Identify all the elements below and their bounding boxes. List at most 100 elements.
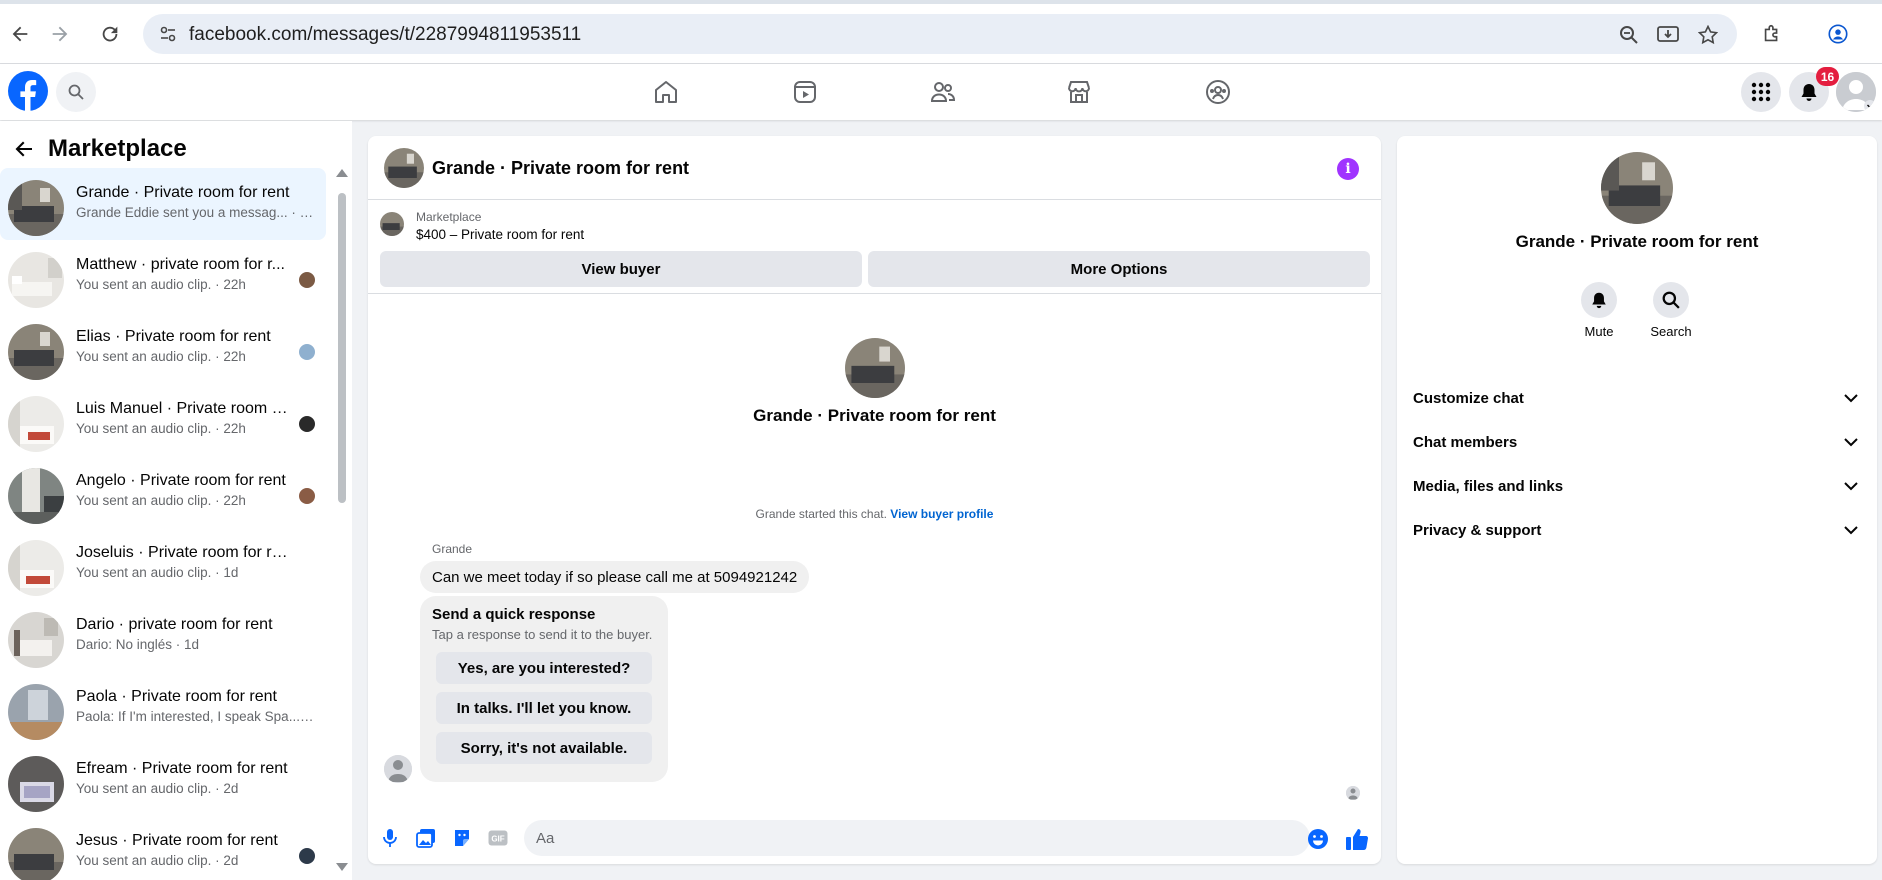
view-buyer-button[interactable]: View buyer (380, 251, 862, 287)
intro-thumbnail (845, 338, 905, 398)
menu-grid-icon[interactable] (1741, 72, 1781, 112)
sticker-icon[interactable] (450, 826, 474, 850)
chevron-down-icon (1841, 476, 1861, 496)
gif-icon[interactable]: GIF (486, 826, 510, 850)
site-settings-icon[interactable] (157, 23, 179, 45)
friends-icon[interactable] (927, 76, 959, 108)
mute-button[interactable]: Mute (1569, 282, 1629, 339)
conversation-name: Joseluis · Private room for rent (76, 544, 291, 561)
sender-name: Grande (432, 542, 473, 556)
search-icon[interactable] (56, 72, 96, 112)
chevron-down-icon (1841, 432, 1861, 452)
install-app-icon[interactable] (1656, 23, 1680, 47)
scrollbar-thumb[interactable] (338, 193, 346, 503)
conversation-item[interactable]: Elias · Private room for rent You sent a… (0, 312, 326, 384)
conversation-snippet: You sent an audio clip. · 22h (76, 421, 246, 436)
message-composer: GIF (368, 812, 1381, 864)
media-files-links-section[interactable]: Media, files and links (1413, 464, 1861, 508)
microphone-icon[interactable] (378, 826, 402, 850)
bookmark-star-icon[interactable] (1696, 23, 1720, 47)
sender-avatar[interactable] (384, 755, 412, 783)
listing-thumbnail (380, 212, 404, 236)
message-input[interactable] (524, 820, 1310, 856)
account-avatar[interactable] (1836, 72, 1876, 112)
emoji-icon[interactable] (1307, 828, 1329, 850)
scroll-up-arrow-icon[interactable] (336, 169, 348, 177)
groups-icon[interactable] (1202, 76, 1234, 108)
conversation-name: Luis Manuel · Private room fo... (76, 400, 291, 417)
home-icon[interactable] (650, 76, 682, 108)
facebook-top-nav: 16 (0, 64, 1882, 120)
reload-icon[interactable] (96, 20, 124, 48)
forward-arrow-icon[interactable] (46, 20, 74, 48)
back-arrow-icon[interactable] (6, 20, 34, 48)
message-bubble[interactable]: Can we meet today if so please call me a… (420, 561, 810, 593)
back-arrow-icon[interactable] (12, 137, 36, 161)
marketplace-icon[interactable] (1063, 76, 1095, 108)
conversation-name: Jesus · Private room for rent (76, 832, 278, 849)
section-label: Customize chat (1413, 389, 1524, 407)
conversation-item[interactable]: Grande · Private room for rent Grande Ed… (0, 168, 326, 240)
conversation-snippet: Paola: If I'm interested, I speak Spa...… (76, 709, 316, 724)
conversation-item[interactable]: Efream · Private room for rent You sent … (0, 744, 326, 816)
sidebar-scrollbar[interactable] (336, 169, 348, 871)
quick-response-option[interactable]: Yes, are you interested? (436, 652, 652, 684)
listing-thumbnail (8, 828, 64, 880)
thumbs-up-icon[interactable] (1344, 826, 1370, 852)
info-icon[interactable]: i (1337, 158, 1359, 180)
conversation-name: Grande · Private room for rent (76, 184, 290, 201)
address-bar[interactable]: facebook.com/messages/t/2287994811953511 (143, 14, 1737, 54)
conversation-item[interactable]: Jesus · Private room for rent You sent a… (0, 816, 326, 880)
quick-response-title: Send a quick response (432, 606, 596, 623)
quick-response-option[interactable]: In talks. I'll let you know. (436, 692, 652, 724)
notification-count-badge: 16 (1816, 67, 1839, 86)
conversation-snippet: You sent an audio clip. · 2d (76, 853, 239, 868)
conversation-item[interactable]: Paola · Private room for rent Paola: If … (0, 672, 326, 744)
listing-price-title[interactable]: $400 – Private room for rent (416, 227, 584, 242)
conversation-snippet: You sent an audio clip. · 1d (76, 565, 239, 580)
buyer-avatar (299, 272, 315, 288)
customize-chat-section[interactable]: Customize chat (1413, 376, 1861, 420)
video-icon[interactable] (789, 76, 821, 108)
chat-members-section[interactable]: Chat members (1413, 420, 1861, 464)
section-label: Chat members (1413, 433, 1518, 451)
quick-response-subtitle: Tap a response to send it to the buyer. (432, 627, 653, 642)
profile-icon[interactable] (1824, 20, 1852, 48)
conversation-item[interactable]: Joseluis · Private room for rent You sen… (0, 528, 326, 600)
search-icon[interactable] (1653, 282, 1689, 318)
extensions-icon[interactable] (1758, 20, 1786, 48)
search-button[interactable]: Search (1641, 282, 1701, 339)
listing-thumbnail (8, 252, 64, 308)
conversation-item[interactable]: Matthew · private room for r... You sent… (0, 240, 326, 312)
bell-icon[interactable] (1581, 282, 1617, 318)
more-options-button[interactable]: More Options (868, 251, 1370, 287)
url-text[interactable]: facebook.com/messages/t/2287994811953511 (189, 24, 581, 46)
buyer-avatar (299, 848, 315, 864)
chat-header: Grande · Private room for rent i (368, 136, 1381, 200)
conversation-snippet: Dario: No inglés · 1d (76, 637, 200, 652)
conversation-snippet: You sent an audio clip. · 22h (76, 277, 246, 292)
intro-title: Grande · Private room for rent (753, 406, 996, 425)
conversation-item[interactable]: Angelo · Private room for rent You sent … (0, 456, 326, 528)
conversation-item[interactable]: Luis Manuel · Private room fo... You sen… (0, 384, 326, 456)
conversation-name: Matthew · private room for r... (76, 256, 285, 273)
quick-response-card: Send a quick response Tap a response to … (420, 596, 668, 782)
conversation-snippet: You sent an audio clip. · 22h (76, 349, 246, 364)
conversation-item[interactable]: Dario · private room for rent Dario: No … (0, 600, 326, 672)
photo-icon[interactable] (414, 826, 438, 850)
chevron-down-icon (1841, 388, 1861, 408)
view-buyer-profile-link[interactable]: View buyer profile (890, 507, 993, 521)
section-label: Media, files and links (1413, 477, 1564, 495)
chat-title[interactable]: Grande · Private room for rent (432, 158, 689, 179)
buyer-avatar (299, 416, 315, 432)
marketplace-listing-strip: Marketplace $400 – Private room for rent… (368, 200, 1381, 294)
conversation-snippet: Grande Eddie sent you a messag... · 24m (76, 205, 316, 220)
quick-response-option[interactable]: Sorry, it's not available. (436, 732, 652, 764)
zoom-icon[interactable] (1617, 23, 1641, 47)
buyer-avatar (299, 344, 315, 360)
privacy-support-section[interactable]: Privacy & support (1413, 508, 1861, 552)
scroll-down-arrow-icon[interactable] (336, 863, 348, 871)
facebook-logo-icon[interactable] (8, 71, 48, 111)
chat-thumbnail[interactable] (384, 148, 424, 188)
chat-info-panel: Grande · Private room for rent Mute Sear… (1397, 136, 1877, 864)
